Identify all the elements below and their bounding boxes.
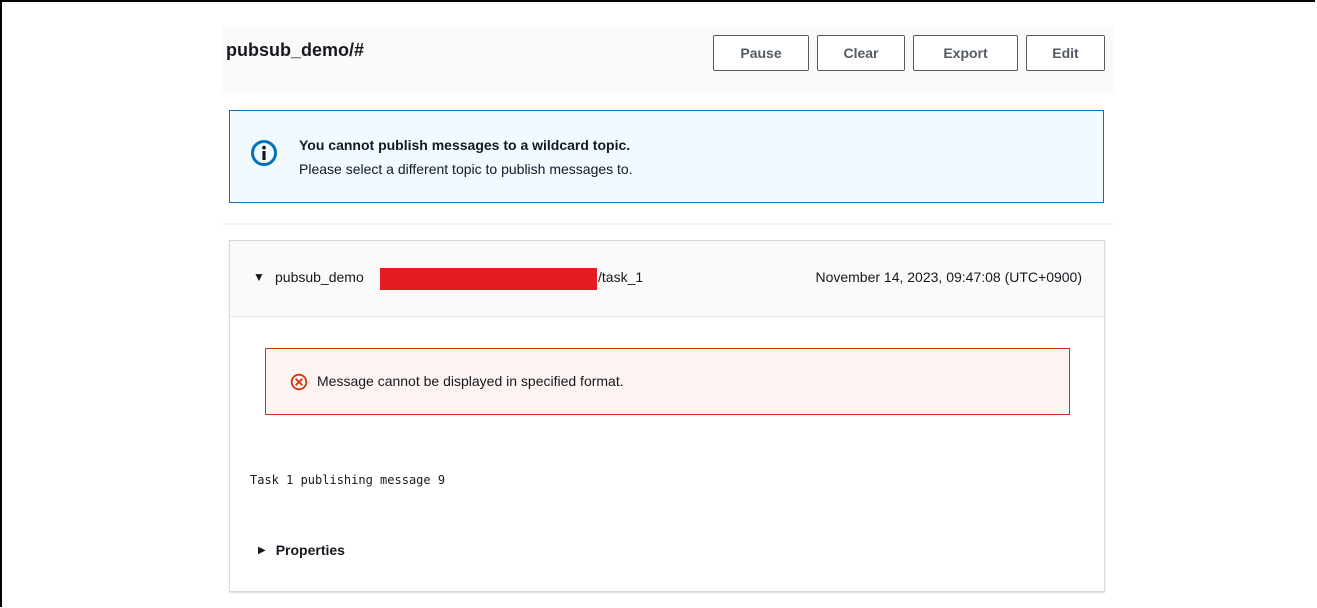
pause-button[interactable]: Pause [713,35,809,71]
subscription-title: pubsub_demo/# [226,40,365,60]
message-topic-suffix: /task_1 [598,269,644,285]
message-card: ▼ pubsub_demo /task_1 November 14, 2023,… [229,240,1105,592]
clear-button[interactable]: Clear [817,35,905,71]
edit-button[interactable]: Edit [1026,35,1105,71]
export-button[interactable]: Export [913,35,1018,71]
properties-label: Properties [275,542,345,558]
error-alert-text: Message cannot be displayed in specified… [317,373,624,389]
info-alert: You cannot publish messages to a wildcar… [229,110,1104,203]
message-header[interactable]: ▼ pubsub_demo /task_1 November 14, 2023,… [230,241,1104,317]
error-alert: Message cannot be displayed in specified… [265,348,1070,415]
message-timestamp: November 14, 2023, 09:47:08 (UTC+0900) [815,269,1082,285]
error-circle-icon [290,373,308,391]
info-icon [251,140,277,166]
message-payload: Task 1 publishing message 9 [250,473,446,487]
info-alert-body: Please select a different topic to publi… [299,161,633,177]
properties-expander[interactable]: ▶ Properties [258,542,345,558]
redaction-bar [380,268,597,290]
caret-down-icon[interactable]: ▼ [253,270,265,284]
info-alert-title: You cannot publish messages to a wildcar… [299,137,631,153]
divider [222,223,1114,225]
caret-right-icon[interactable]: ▶ [258,545,266,556]
message-topic-prefix: pubsub_demo [275,269,364,285]
